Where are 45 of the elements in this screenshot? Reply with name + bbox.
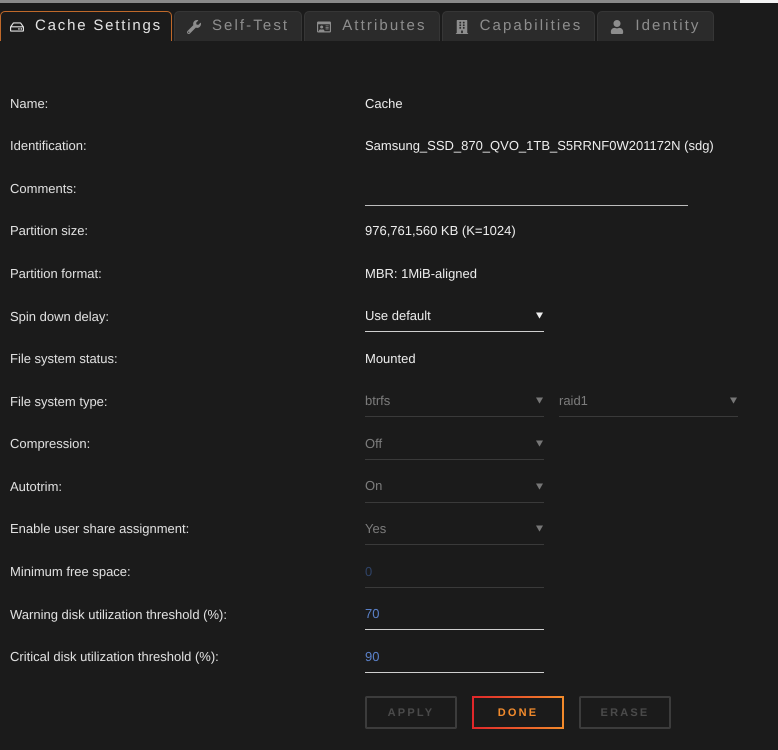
caret-down-icon: [536, 525, 543, 532]
caret-down-icon: [536, 482, 543, 490]
wrench-icon: [186, 20, 201, 34]
setting-label: Minimum free space:: [9, 563, 132, 582]
tab[interactable]: Attributes: [304, 11, 440, 41]
setting-value: Samsung_SSD_870_QVO_1TB_S5RRNF0W201172N (sdg): [365, 138, 714, 154]
tab[interactable]: Identity: [597, 11, 714, 41]
dropdown-value: On: [365, 477, 382, 496]
setting-value: 976,761,560 KB (K=1024): [365, 223, 516, 238]
number-field[interactable]: 90: [365, 641, 544, 674]
setting-label: File system type:: [9, 392, 109, 411]
setting-value: MBR: 1MiB-aligned: [365, 266, 477, 281]
setting-label: Partition size:: [9, 222, 90, 240]
setting-label: File system status:: [9, 350, 119, 368]
caret-down-icon: [536, 440, 543, 448]
caret-down-icon: [536, 312, 543, 320]
setting-label: Spin down delay:: [9, 308, 110, 326]
setting-label: Name:: [9, 94, 50, 113]
setting-label: Critical disk utilization threshold (%):: [9, 648, 220, 666]
dropdown-value: Yes: [365, 520, 386, 538]
tab[interactable]: Cache Settings: [0, 11, 172, 41]
action-button[interactable]: DONE: [472, 696, 564, 730]
setting-label: Enable user share assignment:: [9, 520, 190, 538]
setting-label: Compression:: [9, 435, 92, 454]
setting-label: Identification:: [9, 137, 88, 156]
hard-drive-icon: [10, 20, 24, 34]
dropdown[interactable]: Use default: [365, 300, 544, 332]
number-field[interactable]: 70: [365, 598, 544, 630]
setting-value: Cache: [365, 96, 403, 111]
dropdown-value: Use default: [365, 307, 431, 326]
caret-down-icon: [730, 397, 737, 404]
setting-label: Autotrim:: [9, 478, 64, 496]
dropdown-value: raid1: [559, 392, 588, 410]
building-icon: [454, 20, 469, 34]
setting-label: Warning disk utilization threshold (%):: [9, 606, 228, 624]
id-card-icon: [317, 20, 332, 34]
setting-value: Mounted: [365, 351, 416, 366]
tab[interactable]: Self-Test: [174, 11, 302, 41]
dropdown-value: btrfs: [365, 392, 390, 410]
tab[interactable]: Capabilities: [442, 11, 596, 41]
caret-down-icon: [536, 397, 543, 404]
dropdown-value: Off: [365, 434, 382, 453]
user-icon: [610, 20, 624, 34]
setting-label: Partition format:: [9, 264, 103, 283]
setting-label: Comments:: [9, 180, 78, 198]
